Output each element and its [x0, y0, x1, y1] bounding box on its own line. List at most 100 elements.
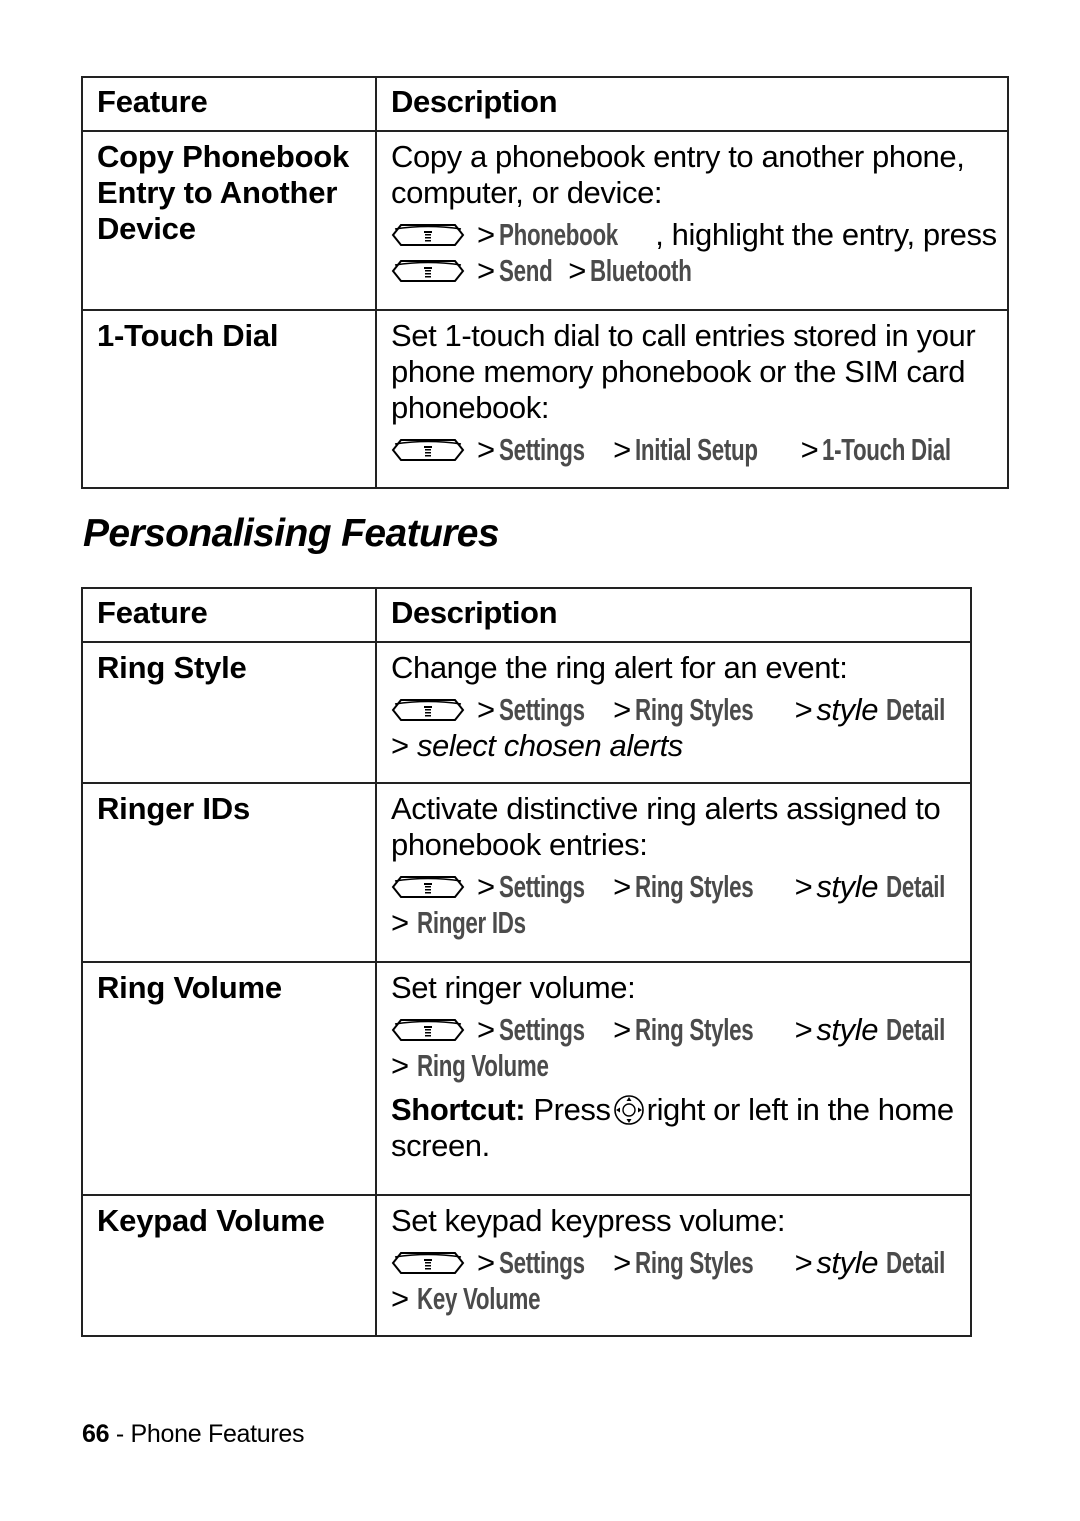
menu-path: > Phonebook , highlight the entry, press >… — [391, 217, 997, 289]
path-separator: > — [477, 1245, 495, 1280]
menu-key-icon — [391, 223, 465, 247]
table-row: Copy Phonebook Entry to Another Device C… — [81, 130, 1009, 311]
footer-section: Phone Features — [130, 1420, 305, 1448]
placeholder-style: style — [816, 692, 879, 727]
menu-item-phonebook: Phonebook — [498, 217, 618, 252]
path-separator: > — [477, 869, 495, 904]
placeholder-style: style — [816, 869, 879, 904]
menu-item-send: Send — [498, 253, 553, 288]
description-text: Set ringer volume: — [391, 970, 636, 1005]
table-row: Ringer IDs Activate distinctive ring ale… — [81, 782, 972, 963]
menu-path: > Settings > Ring Styles > style Detail > Rin… — [391, 1012, 960, 1084]
feature-description: Copy a phonebook entry to another phone,… — [377, 132, 1007, 299]
header-description: Description — [391, 84, 558, 119]
menu-item-settings: Settings — [498, 432, 585, 467]
menu-path: > Settings > Ring Styles > style Detail > sel… — [391, 692, 960, 764]
path-separator: > — [794, 692, 813, 727]
menu-item-initial-setup: Initial Setup — [634, 432, 758, 467]
path-separator: > — [391, 1281, 409, 1316]
menu-path: > Settings > Ring Styles > style Detail > Key… — [391, 1245, 960, 1317]
path-separator: > — [477, 253, 495, 288]
path-separator: > — [613, 692, 631, 727]
menu-item-detail: Detail — [886, 1245, 946, 1280]
menu-item-settings: Settings — [498, 1245, 585, 1280]
path-separator: > — [613, 1245, 631, 1280]
feature-name: Ring Volume — [97, 970, 282, 1005]
path-separator: > — [800, 432, 819, 467]
menu-key-icon — [391, 1251, 465, 1275]
menu-item-ringer-ids: Ringer IDs — [416, 905, 526, 940]
path-separator: > — [613, 869, 631, 904]
menu-item-settings: Settings — [498, 1012, 585, 1047]
shortcut-label: Shortcut: — [391, 1092, 526, 1127]
path-separator: > — [794, 869, 813, 904]
path-separator: > — [613, 432, 631, 467]
feature-description: Set 1-touch dial to call entries stored … — [377, 311, 1007, 478]
header-feature: Feature — [97, 595, 208, 630]
path-separator: > — [568, 253, 586, 288]
path-separator: > — [477, 217, 495, 252]
description-text: Set 1-touch dial to call entries stored … — [391, 318, 976, 425]
feature-name: Keypad Volume — [97, 1203, 325, 1238]
menu-item-ring-styles: Ring Styles — [634, 1012, 754, 1047]
menu-item-ring-volume: Ring Volume — [416, 1048, 549, 1083]
table-row: Keypad Volume Set keypad keypress volume… — [81, 1194, 972, 1337]
menu-item-ring-styles: Ring Styles — [634, 692, 754, 727]
path-separator: > — [794, 1245, 813, 1280]
menu-item-detail: Detail — [886, 869, 946, 904]
page-number: 66 — [82, 1420, 110, 1448]
instruction-select-alerts: select chosen alerts — [416, 728, 683, 763]
menu-key-icon — [391, 698, 465, 722]
description-text: Set keypad keypress volume: — [391, 1203, 786, 1238]
menu-item-settings: Settings — [498, 692, 585, 727]
description-text: Change the ring alert for an event: — [391, 650, 848, 685]
menu-key-icon — [391, 875, 465, 899]
page-footer: 66 - Phone Features — [82, 1420, 305, 1449]
table-row: Ring Volume Set ringer volume: > Settings… — [81, 961, 972, 1196]
menu-path: > Settings > Initial Setup >1-Touch Dial — [391, 432, 997, 468]
menu-item-bluetooth: Bluetooth — [589, 253, 692, 288]
feature-name: Copy Phonebook Entry to Another Device — [83, 132, 375, 247]
feature-description: Set ringer volume: > Settings > Ring Styles… — [377, 963, 970, 1174]
section-title: Personalising Features — [83, 512, 500, 555]
table-header-row: Feature Description — [81, 76, 1009, 132]
path-separator: > — [477, 1012, 495, 1047]
feature-description: Change the ring alert for an event: > Set… — [377, 643, 970, 774]
feature-description: Set keypad keypress volume: > Settings > Ri… — [377, 1196, 970, 1327]
table-row: 1-Touch Dial Set 1-touch dial to call en… — [81, 309, 1009, 489]
path-separator: > — [794, 1012, 813, 1047]
navigation-key-icon — [613, 1094, 645, 1126]
menu-key-icon — [391, 438, 465, 462]
path-separator: > — [391, 1048, 409, 1083]
feature-name: 1-Touch Dial — [97, 318, 279, 353]
menu-item-key-volume: Key Volume — [416, 1281, 541, 1316]
header-feature: Feature — [97, 84, 208, 119]
menu-key-icon — [391, 259, 465, 283]
table-row: Ring Style Change the ring alert for an … — [81, 641, 972, 784]
menu-item-ring-styles: Ring Styles — [634, 869, 754, 904]
menu-item-ring-styles: Ring Styles — [634, 1245, 754, 1280]
description-text: Copy a phonebook entry to another phone,… — [391, 139, 965, 210]
description-text: Activate distinctive ring alerts assigne… — [391, 791, 941, 862]
path-separator: > — [391, 905, 409, 940]
shortcut-note: Shortcut: Press right or left in the home… — [391, 1092, 960, 1164]
menu-item-detail: Detail — [886, 1012, 946, 1047]
menu-item-detail: Detail — [886, 692, 946, 727]
path-separator: > — [391, 728, 409, 763]
menu-item-settings: Settings — [498, 869, 585, 904]
shortcut-text: Press — [533, 1092, 611, 1127]
menu-item-1-touch-dial: 1-Touch Dial — [822, 432, 952, 467]
feature-name: Ringer IDs — [97, 791, 251, 826]
feature-table-personalising: Feature Description Ring Style Change th… — [81, 587, 972, 1337]
feature-name-line: Entry to Another — [97, 175, 338, 210]
path-separator: > — [477, 432, 495, 467]
feature-description: Activate distinctive ring alerts assigne… — [377, 784, 970, 951]
path-separator: > — [477, 692, 495, 727]
header-description: Description — [391, 595, 558, 630]
menu-path: > Settings > Ring Styles > style Detail > Rin… — [391, 869, 960, 941]
feature-name-line: Device — [97, 211, 196, 246]
table-header-row: Feature Description — [81, 587, 972, 643]
menu-key-icon — [391, 1018, 465, 1042]
placeholder-style: style — [816, 1012, 879, 1047]
footer-dash: - — [109, 1420, 131, 1448]
